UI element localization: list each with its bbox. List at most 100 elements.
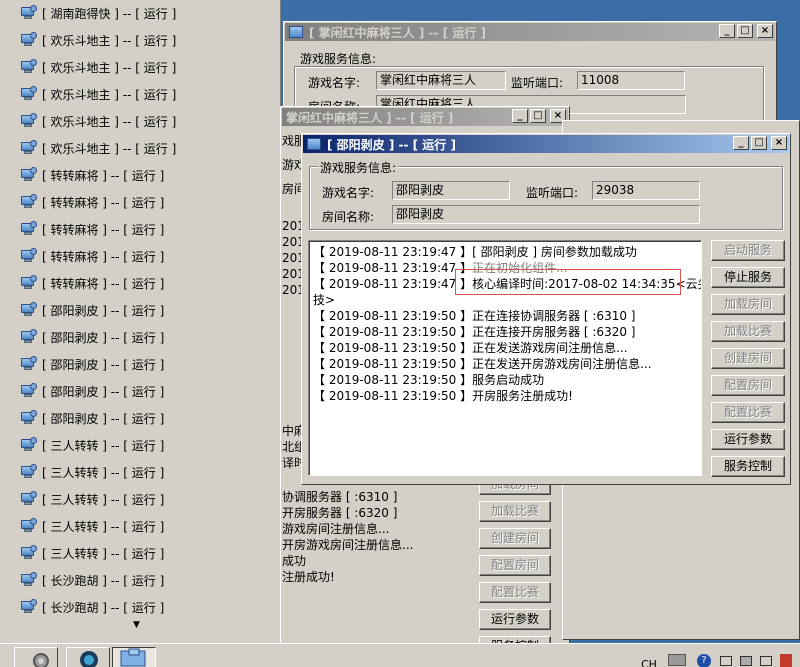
task-list-item[interactable]: [ 三人转转 ] -- [ 运行 ] [20, 462, 164, 482]
task-list-item[interactable]: [ 邵阳剥皮 ] -- [ 运行 ] [20, 408, 164, 428]
log-line: 【 2019-08-11 23:19:50 】正在发送游戏房间注册信息... [313, 339, 628, 356]
server-monitor-icon [20, 5, 38, 21]
taskbar-app-server[interactable] [112, 647, 156, 667]
input-language-indicator[interactable]: CH [641, 658, 657, 667]
keyboard-icon[interactable] [668, 654, 686, 666]
task-list-item[interactable]: [ 三人转转 ] -- [ 运行 ] [20, 516, 164, 536]
log-message: 开房服务注册成功! [472, 389, 573, 403]
maximize-icon[interactable]: □ [737, 24, 753, 38]
task-list-item[interactable]: [ 邵阳剥皮 ] -- [ 运行 ] [20, 327, 164, 347]
server-monitor-icon [20, 410, 38, 426]
minimize-icon[interactable]: _ [719, 24, 735, 38]
log-message: 正在发送游戏房间注册信息... [472, 341, 628, 355]
log-message: 正在连接协调服务器 [ :6310 ] [472, 309, 636, 323]
task-list-item[interactable]: [ 邵阳剥皮 ] -- [ 运行 ] [20, 354, 164, 374]
task-list-item[interactable]: [ 长沙跑胡 ] -- [ 运行 ] [20, 570, 164, 590]
window-titlebar[interactable]: [ 邵阳剥皮 ] -- [ 运行 ] _ □ × [303, 135, 789, 153]
close-icon[interactable]: × [771, 136, 787, 150]
task-list-item[interactable]: [ 转转麻将 ] -- [ 运行 ] [20, 219, 164, 239]
window-titlebar[interactable]: [ 掌闲红中麻将三人 ] -- [ 运行 ] _ □ × [285, 23, 775, 41]
server-monitor-icon [20, 302, 38, 318]
help-icon[interactable]: ? [697, 654, 711, 667]
remote-app-icon [80, 651, 98, 667]
port-field[interactable]: 11008 [577, 71, 685, 90]
task-list-item[interactable]: [ 欢乐斗地主 ] -- [ 运行 ] [20, 138, 176, 158]
server-monitor-icon [20, 599, 38, 615]
control-button[interactable]: 运行参数 [479, 609, 551, 630]
minimize-icon[interactable]: _ [733, 136, 749, 150]
tray-icon-2[interactable] [740, 656, 752, 666]
window-shaoyang-boupi[interactable]: [ 邵阳剥皮 ] -- [ 运行 ] _ □ × 游戏服务信息: 游戏名字: 邵… [301, 133, 791, 485]
log-fragment: 成功 [282, 554, 307, 568]
task-list-item[interactable]: [ 长沙跑胡 ] -- [ 运行 ] [20, 597, 164, 617]
close-icon[interactable]: × [757, 24, 773, 38]
control-button[interactable]: 加载比赛 [479, 501, 551, 522]
room-name-field[interactable]: 邵阳剥皮 [392, 205, 700, 224]
task-list-item-label: [ 欢乐斗地主 ] -- [ 运行 ] [42, 87, 177, 102]
minimize-icon[interactable]: _ [512, 109, 528, 123]
maximize-icon[interactable]: □ [751, 136, 767, 150]
control-button[interactable]: 配置房间 [479, 555, 551, 576]
task-list-item-label: [ 转转麻将 ] -- [ 运行 ] [42, 249, 165, 264]
settings-icon [33, 653, 49, 667]
tray-icon-1[interactable] [720, 656, 732, 666]
task-list-item[interactable]: [ 欢乐斗地主 ] -- [ 运行 ] [20, 84, 176, 104]
port-field[interactable]: 29038 [592, 181, 700, 200]
game-name-field[interactable]: 掌闲红中麻将三人 [376, 71, 506, 90]
server-monitor-icon [20, 329, 38, 345]
server-task-list: [ 湖南跑得快 ] -- [ 运行 ] [ 欢乐斗地主 ] -- [ 运行 ] [ … [0, 0, 281, 643]
control-button[interactable]: 配置比赛 [479, 582, 551, 603]
port-label: 监听端口: [511, 76, 564, 90]
taskbar-app-remote[interactable] [66, 647, 110, 667]
task-list-item[interactable]: [ 转转麻将 ] -- [ 运行 ] [20, 165, 164, 185]
task-list-item[interactable]: [ 转转麻将 ] -- [ 运行 ] [20, 192, 164, 212]
task-list-item[interactable]: [ 湖南跑得快 ] -- [ 运行 ] [20, 3, 176, 23]
control-button[interactable]: 启动服务 [711, 240, 785, 261]
log-timestamp: 【 2019-08-11 23:19:50 】 [313, 325, 473, 339]
control-button[interactable]: 加载房间 [711, 294, 785, 315]
scroll-down-icon[interactable]: ▼ [133, 620, 140, 630]
maximize-icon[interactable]: □ [530, 109, 546, 123]
control-button[interactable]: 加载比赛 [711, 321, 785, 342]
task-list-item[interactable]: [ 欢乐斗地主 ] -- [ 运行 ] [20, 111, 176, 131]
task-list-item[interactable]: [ 转转麻将 ] -- [ 运行 ] [20, 246, 164, 266]
server-monitor-icon [20, 167, 38, 183]
task-list-item[interactable]: [ 欢乐斗地主 ] -- [ 运行 ] [20, 30, 176, 50]
tray-icon-4[interactable] [780, 654, 792, 667]
taskbar: CH ? [0, 643, 800, 667]
control-button[interactable]: 创建房间 [479, 528, 551, 549]
game-name-field[interactable]: 邵阳剥皮 [392, 181, 510, 200]
tray-icon-3[interactable] [760, 656, 772, 666]
log-fragment: 游戏房间注册信息... [282, 522, 390, 536]
task-list-item[interactable]: [ 邵阳剥皮 ] -- [ 运行 ] [20, 300, 164, 320]
task-list-item[interactable]: [ 三人转转 ] -- [ 运行 ] [20, 435, 164, 455]
control-button[interactable]: 配置房间 [711, 375, 785, 396]
server-monitor-icon [20, 86, 38, 102]
task-list-item[interactable]: [ 三人转转 ] -- [ 运行 ] [20, 543, 164, 563]
taskbar-app-settings[interactable] [14, 647, 58, 667]
log-line: 【 2019-08-11 23:19:50 】正在连接开房服务器 [ :6320… [313, 323, 635, 340]
control-button[interactable]: 配置比赛 [711, 402, 785, 423]
server-monitor-icon [20, 518, 38, 534]
control-button[interactable]: 创建房间 [711, 348, 785, 369]
task-list-item[interactable]: [ 欢乐斗地主 ] -- [ 运行 ] [20, 57, 176, 77]
game-name-label: 游戏名字: [322, 186, 375, 200]
log-fragment: 开房游戏房间注册信息... [282, 538, 414, 552]
task-list-item-label: [ 邵阳剥皮 ] -- [ 运行 ] [42, 411, 165, 426]
task-list-item[interactable]: [ 转转麻将 ] -- [ 运行 ] [20, 273, 164, 293]
server-monitor-icon [20, 572, 38, 588]
control-button[interactable]: 服务控制 [711, 456, 785, 477]
control-button[interactable]: 停止服务 [711, 267, 785, 288]
task-list-item-label: [ 三人转转 ] -- [ 运行 ] [42, 465, 165, 480]
log-timestamp: 【 2019-08-11 23:19:47 】 [313, 277, 473, 291]
service-log[interactable]: 【 2019-08-11 23:19:47 】[ 邵阳剥皮 ] 房间参数加载成功… [308, 240, 702, 476]
window-titlebar[interactable]: 掌闲红中麻将三人 ] -- [ 运行 ] _ □ × [282, 108, 568, 126]
control-button[interactable]: 运行参数 [711, 429, 785, 450]
task-list-item[interactable]: [ 邵阳剥皮 ] -- [ 运行 ] [20, 381, 164, 401]
server-monitor-icon [20, 32, 38, 48]
task-list-item-label: [ 转转麻将 ] -- [ 运行 ] [42, 195, 165, 210]
server-monitor-icon [20, 194, 38, 210]
log-line: 【 2019-08-11 23:19:47 】[ 邵阳剥皮 ] 房间参数加载成功 [313, 243, 637, 260]
server-monitor-icon [20, 59, 38, 75]
task-list-item[interactable]: [ 三人转转 ] -- [ 运行 ] [20, 489, 164, 509]
